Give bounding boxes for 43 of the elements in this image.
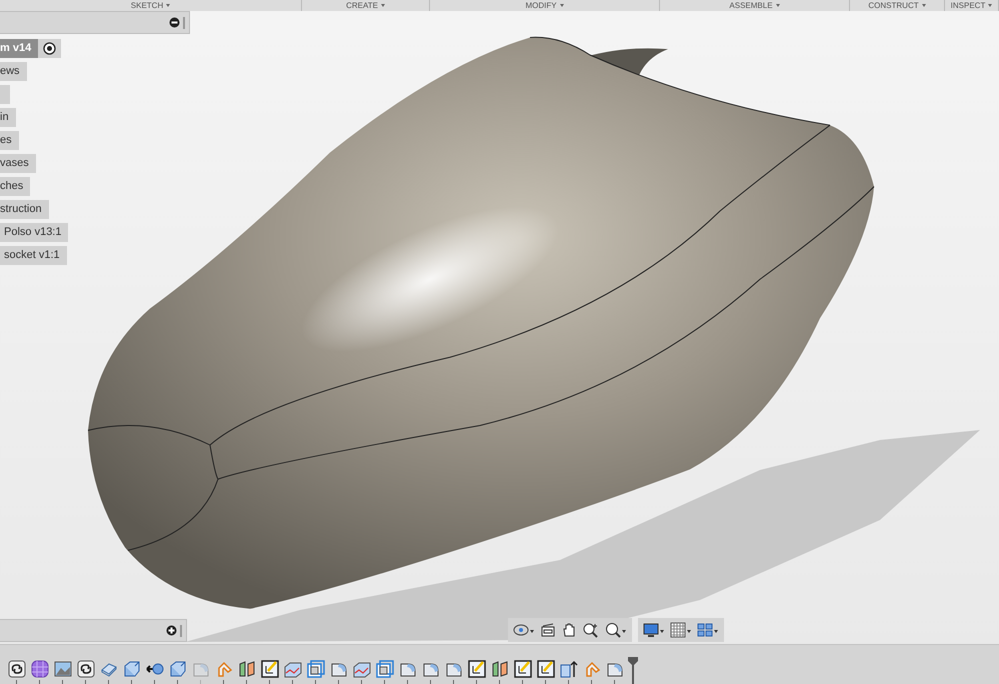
- split-panels-icon[interactable]: [237, 658, 257, 679]
- expand-icon[interactable]: [166, 625, 177, 636]
- timeline-marker[interactable]: [628, 657, 638, 684]
- link-icon[interactable]: [76, 658, 96, 679]
- caret-icon: [166, 4, 170, 7]
- link-icon[interactable]: [7, 658, 27, 679]
- shell-box-icon[interactable]: [375, 658, 395, 679]
- pencil-sketch-icon[interactable]: [467, 658, 487, 679]
- split-panels-icon[interactable]: [490, 658, 510, 679]
- zoom-window-icon[interactable]: [605, 622, 627, 638]
- caret-icon: [922, 4, 926, 7]
- caret-icon: [988, 4, 992, 7]
- look-at-icon[interactable]: [540, 622, 556, 638]
- box-icon[interactable]: [122, 658, 142, 679]
- box-icon[interactable]: [168, 658, 188, 679]
- pencil-sketch-icon[interactable]: [536, 658, 556, 679]
- shell-box-icon[interactable]: [306, 658, 326, 679]
- image-icon[interactable]: [53, 658, 73, 679]
- browser-item[interactable]: socket v1:1: [0, 246, 67, 265]
- mesh-cube-icon[interactable]: [30, 658, 50, 679]
- caret-icon: [380, 4, 385, 7]
- browser-item[interactable]: struction: [0, 200, 49, 219]
- grip-handle[interactable]: [183, 16, 185, 28]
- collapse-icon[interactable]: [169, 17, 180, 28]
- hand-icon[interactable]: [561, 622, 577, 638]
- grip-handle[interactable]: [180, 624, 182, 636]
- pencil-sketch-icon[interactable]: [513, 658, 533, 679]
- browser-item[interactable]: in: [0, 108, 16, 127]
- grid-icon[interactable]: [670, 622, 692, 638]
- zoom-icon[interactable]: [582, 622, 600, 638]
- browser-item[interactable]: vases: [0, 154, 36, 173]
- viewports-icon[interactable]: [697, 622, 719, 638]
- pencil-sketch-icon[interactable]: [260, 658, 280, 679]
- browser-item[interactable]: Polso v13:1: [0, 223, 68, 242]
- arrow-box-icon[interactable]: [559, 658, 579, 679]
- caret-icon: [560, 4, 564, 7]
- browser-item[interactable]: ches: [0, 177, 30, 196]
- orbit-icon[interactable]: [513, 622, 535, 638]
- radio-icon[interactable]: [43, 42, 56, 55]
- caret-icon: [776, 4, 780, 7]
- monitor-icon[interactable]: [643, 622, 665, 638]
- browser-item[interactable]: es: [0, 131, 19, 150]
- browser-item[interactable]: ews: [0, 62, 27, 81]
